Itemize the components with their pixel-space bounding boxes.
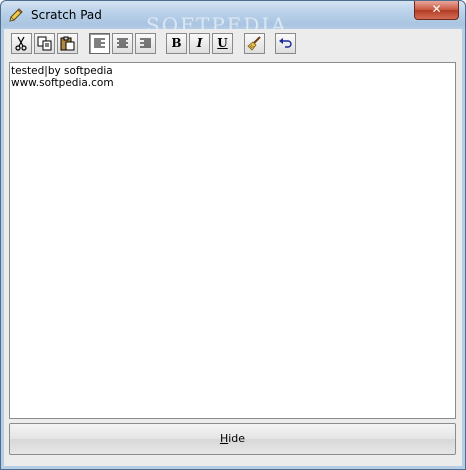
- align-right-icon: [140, 38, 151, 48]
- italic-button[interactable]: I: [189, 33, 210, 54]
- align-center-button[interactable]: [112, 33, 133, 54]
- hide-label: ide: [228, 432, 246, 445]
- hide-button[interactable]: Hide: [9, 423, 456, 455]
- text-editor[interactable]: tested|by softpedia www.softpedia.com: [9, 62, 456, 419]
- editor-line: tested|by softpedia: [11, 65, 113, 77]
- editor-line: www.softpedia.com: [11, 77, 114, 89]
- scratch-pad-window: Scratch Pad SOFTPEDIA ✕ B I U tested|by …: [0, 0, 466, 470]
- copy-button[interactable]: [34, 33, 55, 54]
- align-left-icon: [94, 38, 105, 48]
- scissors-icon: [15, 36, 27, 51]
- broom-icon: [247, 36, 261, 51]
- cut-button[interactable]: [11, 33, 32, 54]
- underline-button[interactable]: U: [212, 33, 233, 54]
- title-bar[interactable]: Scratch Pad SOFTPEDIA ✕: [1, 1, 465, 37]
- window-title: Scratch Pad: [31, 8, 102, 22]
- client-area: B I U tested|by softpedia www.softpedia.…: [4, 29, 462, 466]
- paste-icon: [60, 36, 75, 51]
- clear-button[interactable]: [244, 33, 265, 54]
- undo-button[interactable]: [275, 33, 296, 54]
- paste-button[interactable]: [57, 33, 78, 54]
- align-center-icon: [117, 38, 128, 48]
- undo-icon: [279, 38, 292, 48]
- copy-icon: [37, 36, 52, 51]
- pencil-icon: [9, 8, 23, 22]
- bold-button[interactable]: B: [166, 33, 187, 54]
- align-right-button[interactable]: [135, 33, 156, 54]
- italic-label: I: [196, 36, 203, 50]
- toolbar: B I U: [7, 31, 459, 57]
- close-button[interactable]: ✕: [414, 1, 459, 20]
- align-left-button[interactable]: [89, 33, 110, 54]
- bold-label: B: [171, 36, 182, 50]
- underline-label: U: [217, 36, 228, 50]
- hide-mnemonic: H: [219, 432, 229, 445]
